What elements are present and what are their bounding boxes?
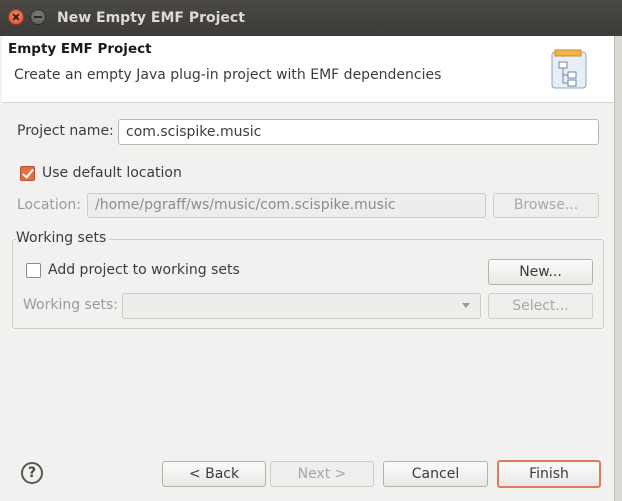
window-edge bbox=[614, 36, 622, 501]
working-sets-group-label: Working sets bbox=[16, 230, 110, 246]
use-default-location-checkbox[interactable] bbox=[20, 166, 35, 181]
browse-button[interactable]: Browse... bbox=[493, 193, 599, 218]
location-label: Location: bbox=[17, 197, 81, 213]
add-to-working-sets-checkbox[interactable] bbox=[26, 263, 41, 278]
project-name-label: Project name: bbox=[17, 123, 114, 139]
help-icon[interactable]: ? bbox=[21, 462, 43, 484]
add-to-working-sets-label[interactable]: Add project to working sets bbox=[48, 262, 240, 278]
close-window-button[interactable] bbox=[8, 9, 24, 25]
wizard-page-description: Create an empty Java plug-in project wit… bbox=[14, 67, 442, 83]
finish-button[interactable]: Finish bbox=[497, 460, 601, 488]
select-working-sets-button[interactable]: Select... bbox=[488, 293, 593, 319]
project-name-input[interactable]: com.scispike.music bbox=[118, 119, 599, 145]
back-button[interactable]: < Back bbox=[162, 461, 266, 487]
wizard-header: Empty EMF Project Create an empty Java p… bbox=[2, 36, 614, 103]
minimize-window-button[interactable] bbox=[30, 9, 46, 25]
window-title: New Empty EMF Project bbox=[57, 10, 245, 26]
cancel-button[interactable]: Cancel bbox=[383, 461, 488, 487]
use-default-location-label[interactable]: Use default location bbox=[42, 165, 182, 181]
title-bar: New Empty EMF Project bbox=[0, 0, 622, 36]
working-sets-combo[interactable] bbox=[122, 293, 481, 319]
working-sets-label: Working sets: bbox=[23, 297, 118, 313]
new-working-set-button[interactable]: New... bbox=[488, 259, 593, 285]
project-wizard-icon bbox=[551, 49, 587, 89]
wizard-page-title: Empty EMF Project bbox=[8, 41, 152, 57]
location-input[interactable]: /home/pgraff/ws/music/com.scispike.music bbox=[87, 193, 486, 218]
next-button[interactable]: Next > bbox=[270, 461, 374, 487]
chevron-down-icon bbox=[462, 303, 470, 308]
